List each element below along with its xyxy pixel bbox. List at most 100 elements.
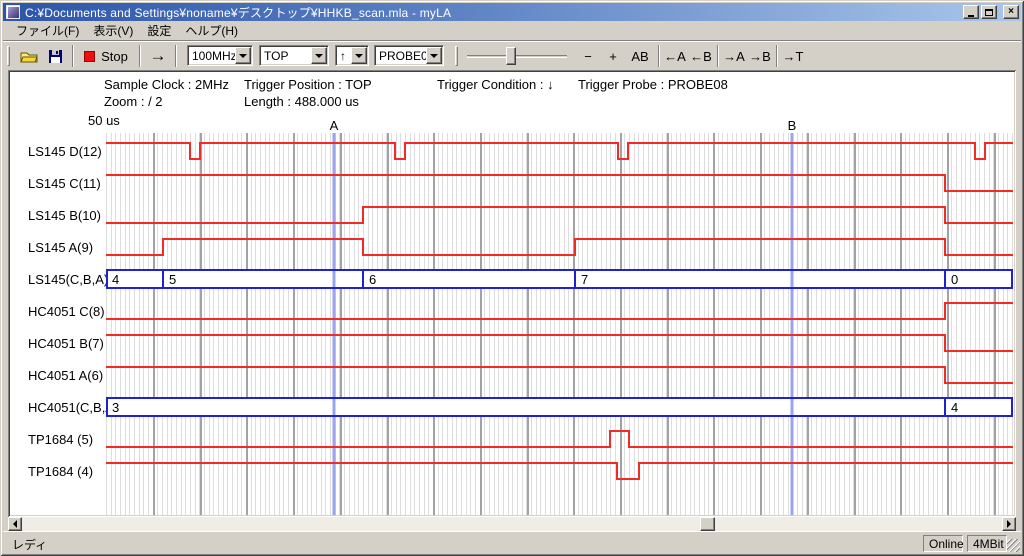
horizontal-scrollbar[interactable] bbox=[8, 517, 1016, 531]
online-status-badge: Online bbox=[923, 535, 963, 552]
svg-text:4: 4 bbox=[112, 272, 119, 287]
svg-text:3: 3 bbox=[112, 400, 119, 415]
channel-label: TP1684 (4) bbox=[28, 464, 93, 480]
zoom-slider-thumb[interactable] bbox=[506, 47, 516, 65]
svg-text:6: 6 bbox=[369, 272, 376, 287]
toolbar-separator bbox=[717, 45, 719, 67]
trigger-probe-info: Trigger Probe : PROBE08 bbox=[578, 77, 728, 92]
toolbar-separator bbox=[658, 45, 660, 67]
caption-gap bbox=[999, 5, 1001, 19]
app-window: C:¥Documents and Settings¥noname¥デスクトップ¥… bbox=[0, 0, 1024, 556]
channel-label: HC4051 C(8) bbox=[28, 304, 105, 320]
toolbar-grip bbox=[7, 46, 10, 66]
waveform-client-area: Sample Clock : 2MHz Trigger Position : T… bbox=[8, 70, 1016, 517]
zoom-slider-track[interactable] bbox=[467, 55, 567, 58]
toolbar-separator bbox=[139, 45, 141, 67]
app-icon bbox=[6, 5, 20, 19]
window-title: C:¥Documents and Settings¥noname¥デスクトップ¥… bbox=[25, 4, 963, 21]
channel-label: LS145 A(9) bbox=[28, 240, 93, 256]
probe-value: PROBE00 bbox=[375, 49, 426, 63]
chevron-down-icon bbox=[355, 54, 363, 58]
arrow-left-icon bbox=[13, 520, 17, 528]
set-cursor-b-button[interactable]: →B bbox=[748, 44, 772, 68]
run-button[interactable]: → bbox=[145, 44, 171, 68]
open-file-button[interactable] bbox=[17, 44, 41, 68]
trigger-edge-select[interactable]: ↑ bbox=[335, 45, 369, 66]
trigger-position-info: Trigger Position : TOP bbox=[244, 77, 372, 92]
chevron-down-icon bbox=[430, 54, 438, 58]
zoom-out-button[interactable]: − bbox=[578, 44, 598, 68]
goto-trigger-button[interactable]: →T bbox=[781, 44, 805, 68]
open-folder-icon bbox=[20, 49, 39, 64]
chevron-down-icon bbox=[239, 54, 247, 58]
chevron-down-icon bbox=[315, 54, 323, 58]
menu-settings[interactable]: 設定 bbox=[140, 20, 178, 41]
channel-label: LS145 C(11) bbox=[28, 176, 101, 192]
probe-select[interactable]: PROBE00 bbox=[374, 45, 444, 66]
zoom-in-button[interactable]: + bbox=[603, 44, 623, 68]
dropdown-button[interactable] bbox=[351, 47, 367, 64]
dropdown-button[interactable] bbox=[235, 47, 251, 64]
channel-label: LS145 B(10) bbox=[28, 208, 101, 224]
svg-text:0: 0 bbox=[951, 272, 958, 287]
trigger-edge-value: ↑ bbox=[336, 49, 351, 63]
minimize-icon bbox=[968, 15, 974, 17]
trigger-position-select[interactable]: TOP bbox=[259, 45, 329, 66]
close-button[interactable]: × bbox=[1003, 5, 1019, 19]
set-cursor-a-button[interactable]: →A bbox=[722, 44, 746, 68]
channel-label: LS145(C,B,A) bbox=[28, 272, 108, 288]
sample-clock-value: 100MHz bbox=[188, 49, 235, 63]
channel-label: TP1684 (5) bbox=[28, 432, 93, 448]
trigger-condition-info: Trigger Condition : ↓ bbox=[437, 77, 554, 92]
toolbar-separator bbox=[776, 45, 778, 67]
arrow-right-icon bbox=[1007, 520, 1011, 528]
svg-text:4: 4 bbox=[951, 400, 958, 415]
maximize-icon bbox=[985, 9, 993, 16]
close-icon: × bbox=[1008, 7, 1014, 17]
channel-label: HC4051 A(6) bbox=[28, 368, 103, 384]
run-arrow-icon: → bbox=[150, 46, 167, 66]
title-bar[interactable]: C:¥Documents and Settings¥noname¥デスクトップ¥… bbox=[3, 3, 1021, 21]
memory-size-badge: 4MBit bbox=[967, 535, 1007, 552]
stop-button[interactable]: Stop bbox=[79, 44, 133, 68]
ab-span-button[interactable]: AB bbox=[627, 44, 653, 68]
cursor-a-label[interactable]: A bbox=[326, 118, 342, 133]
scroll-right-button[interactable] bbox=[1002, 517, 1016, 531]
goto-cursor-a-button[interactable]: ←A bbox=[663, 44, 687, 68]
menu-bar: ファイル(F) 表示(V) 設定 ヘルプ(H) bbox=[3, 21, 1021, 40]
toolbar-grip bbox=[455, 46, 458, 66]
scroll-left-button[interactable] bbox=[8, 517, 22, 531]
dropdown-button[interactable] bbox=[311, 47, 327, 64]
minimize-button[interactable] bbox=[963, 5, 979, 19]
stop-label: Stop bbox=[101, 49, 128, 64]
status-bar: レディ Online 4MBit bbox=[3, 531, 1021, 553]
caption-buttons: × bbox=[963, 5, 1019, 19]
save-button[interactable] bbox=[43, 44, 67, 68]
channel-label: LS145 D(12) bbox=[28, 144, 102, 160]
sample-clock-info: Sample Clock : 2MHz bbox=[104, 77, 229, 92]
dropdown-button[interactable] bbox=[426, 47, 442, 64]
save-floppy-icon bbox=[48, 49, 63, 64]
length-info: Length : 488.000 us bbox=[244, 94, 359, 109]
zoom-info: Zoom : / 2 bbox=[104, 94, 163, 109]
resize-grip[interactable] bbox=[1007, 539, 1020, 552]
menu-file[interactable]: ファイル(F) bbox=[9, 20, 86, 41]
menu-help[interactable]: ヘルプ(H) bbox=[178, 20, 245, 41]
channel-label: HC4051(C,B,A) bbox=[28, 400, 118, 416]
time-division-label: 50 us bbox=[88, 113, 120, 128]
maximize-button[interactable] bbox=[981, 5, 997, 19]
sample-clock-select[interactable]: 100MHz bbox=[187, 45, 253, 66]
svg-text:7: 7 bbox=[581, 272, 588, 287]
scrollbar-thumb[interactable] bbox=[700, 517, 715, 531]
svg-text:5: 5 bbox=[169, 272, 176, 287]
waveform-plot[interactable]: 4 5 6 7 0 3 4 bbox=[106, 133, 1013, 515]
toolbar: Stop → 100MHz TOP ↑ PROBE00 − + AB ←A ←B bbox=[3, 40, 1021, 70]
goto-cursor-b-button[interactable]: ←B bbox=[689, 44, 713, 68]
trigger-position-value: TOP bbox=[260, 49, 311, 63]
stop-icon bbox=[84, 51, 95, 62]
toolbar-separator bbox=[72, 45, 74, 67]
channel-label: HC4051 B(7) bbox=[28, 336, 104, 352]
cursor-b-label[interactable]: B bbox=[784, 118, 800, 133]
menu-view[interactable]: 表示(V) bbox=[86, 20, 140, 41]
status-message: レディ bbox=[12, 536, 47, 553]
